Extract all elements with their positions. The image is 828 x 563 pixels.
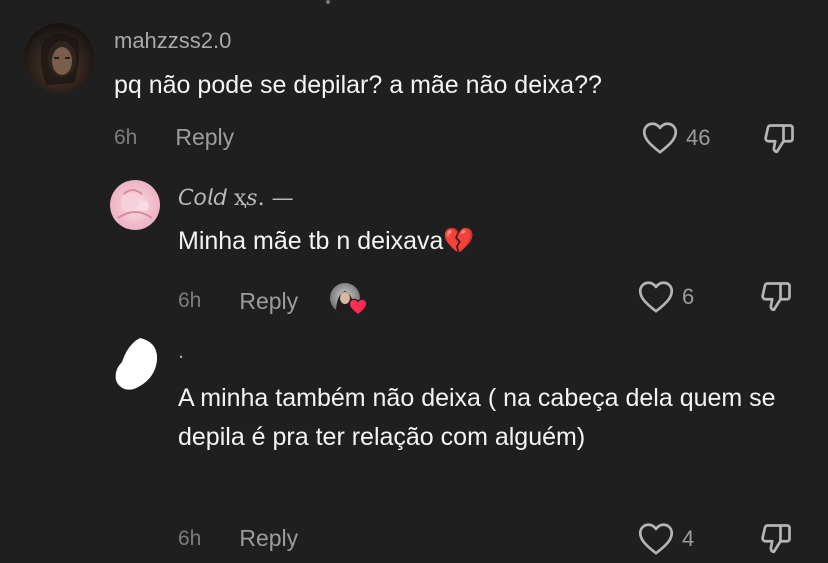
comment-username[interactable]: 𝘊𝘰𝘭𝘥 ҳ𝑠. — bbox=[178, 186, 294, 211]
comment-text: A minha também não deixa ( na cabeça del… bbox=[178, 384, 776, 451]
like-count: 6 bbox=[682, 284, 695, 309]
heart-outline-icon bbox=[638, 523, 674, 555]
heart-filled-icon bbox=[348, 298, 368, 316]
reply-button[interactable]: Reply bbox=[239, 288, 298, 315]
comment-time: 6h bbox=[178, 526, 202, 550]
comment-meta: 6h Reply bbox=[114, 124, 234, 151]
thumbs-down-outline-icon bbox=[761, 524, 791, 554]
avatar-blob-icon bbox=[115, 338, 158, 390]
like-button[interactable]: 46 bbox=[642, 121, 710, 155]
thumbs-down-outline-icon bbox=[761, 282, 791, 312]
dislike-button[interactable] bbox=[758, 521, 794, 562]
like-button[interactable]: 6 bbox=[638, 280, 694, 314]
avatar-photo-icon bbox=[40, 33, 80, 85]
comment-time: 6h bbox=[114, 125, 138, 149]
comment-meta: 6h Reply bbox=[178, 283, 370, 319]
dislike-button[interactable] bbox=[758, 279, 794, 320]
thumbs-down-outline-icon bbox=[764, 124, 794, 154]
comment-text: pq não pode se depilar? a mãe não deixa?… bbox=[114, 71, 602, 99]
like-count: 4 bbox=[682, 526, 695, 551]
top-divider-dot bbox=[326, 0, 330, 4]
comment-text: Minha mãe tb n deixava💔 bbox=[178, 227, 475, 255]
heart-outline-icon bbox=[638, 281, 674, 313]
comment-meta: 6h Reply bbox=[178, 525, 298, 552]
comment-time: 6h bbox=[178, 289, 202, 312]
avatar[interactable] bbox=[24, 23, 94, 93]
dislike-button[interactable] bbox=[761, 121, 797, 162]
like-button[interactable]: 4 bbox=[638, 522, 694, 556]
reply-button[interactable]: Reply bbox=[175, 124, 234, 151]
like-count: 46 bbox=[686, 125, 711, 150]
avatar[interactable] bbox=[110, 180, 160, 230]
comment-username[interactable]: . bbox=[178, 338, 184, 364]
reply-button[interactable]: Reply bbox=[239, 525, 298, 552]
heart-outline-icon bbox=[642, 122, 678, 154]
avatar-illustration-icon bbox=[117, 189, 153, 219]
avatar[interactable] bbox=[110, 334, 160, 392]
comment-username[interactable]: mahzzss2.0 bbox=[114, 28, 231, 54]
creator-liked-badge bbox=[330, 283, 370, 319]
